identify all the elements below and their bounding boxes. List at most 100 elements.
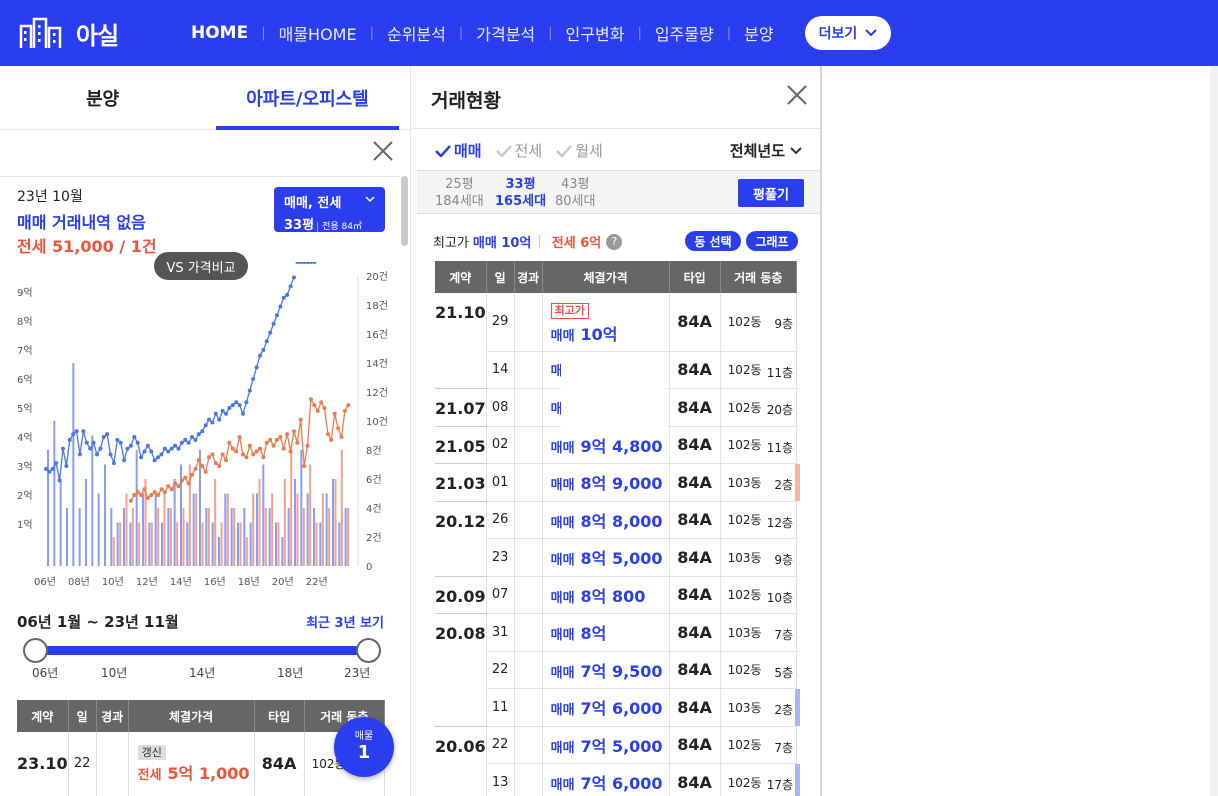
sale-price-point [196, 432, 201, 437]
scrollbar[interactable] [401, 176, 408, 246]
count-tick-label: 8건 [366, 445, 382, 457]
dong-label: 103동 [727, 475, 762, 490]
help-icon[interactable]: ? [606, 233, 623, 250]
sale-price-point [183, 437, 188, 442]
filter-monthly-rent[interactable]: 월세 [556, 140, 603, 161]
sale-price-point [44, 466, 48, 471]
expand-sizes-button[interactable]: 평풀기 [738, 179, 804, 207]
nav-supply[interactable]: 입주물량 [642, 21, 727, 45]
sale-price-point [54, 461, 59, 466]
contract-cell: 21.10 [435, 293, 487, 389]
nav-price-analysis[interactable]: 가격분석 [463, 21, 548, 45]
jeonse-volume-bar [207, 508, 210, 566]
floor-label: 10층 [766, 590, 793, 605]
jeonse-volume-bar [290, 450, 293, 566]
sale-price-point [207, 417, 212, 422]
table-row[interactable]: 22 매매 7억 9,500 84A 102동 5층 [435, 651, 798, 689]
jeonse-price-point [278, 435, 283, 439]
tab-presale[interactable]: 분양 [0, 66, 205, 129]
panel-title: 거래현황 [431, 90, 501, 112]
jeonse-price-point [193, 466, 198, 471]
table-row[interactable]: 21.05 02 매매 9억 4,800 84A 102동 11층 [435, 426, 798, 464]
sale-volume-bar [281, 537, 284, 566]
sale-price-point [217, 417, 222, 422]
sale-price-point [203, 423, 208, 428]
elapsed-cell [514, 688, 543, 727]
table-row[interactable]: 20.12 26 매매 8억 8,000 84A 102동 12층 [435, 501, 798, 577]
logo[interactable]: 아실 [18, 16, 178, 51]
nav-home[interactable]: HOME [178, 23, 261, 43]
sale-price-point [241, 411, 246, 416]
main-nav: HOME | 매물HOME | 순위분석 | 가격분석 | 인구변화 | 입주물… [178, 16, 892, 50]
size-option-selected[interactable]: 33평 165세대 [495, 176, 546, 210]
nav-listing-home[interactable]: 매물HOME [266, 21, 370, 45]
table-row[interactable]: 23.10 22 갱신 전세 5억 1,000 84A 102동 [17, 732, 386, 796]
dong-label: 103동 [727, 700, 762, 715]
close-icon[interactable] [786, 84, 808, 106]
table-row[interactable]: 20.08 31 매매 8억 84A 103동 7층 [435, 613, 798, 727]
sale-volume-bar [161, 522, 163, 566]
size-option[interactable]: 25평 184세대 [435, 176, 484, 210]
jeonse-price-point [162, 490, 167, 495]
table-row[interactable]: 11 매매 7억 6,000 84A 103동 2층 [435, 688, 800, 727]
size-label: 43평 [560, 177, 590, 192]
recent-3y-link[interactable]: 최근 3년 보기 [306, 612, 384, 631]
deal-price: 8억 5,000 [580, 549, 663, 569]
table-row[interactable]: 20.06 22 매매 7억 5,000 84A 102동 7층 [435, 726, 798, 796]
range-slider-start-handle[interactable] [23, 638, 48, 663]
filter-jeonse[interactable]: 전세 [495, 140, 542, 161]
sale-volume-bar [205, 508, 208, 566]
unit-count: 165세대 [495, 194, 547, 209]
type-cell: 84A [669, 538, 721, 577]
sale-price-point [152, 458, 157, 463]
nav-population[interactable]: 인구변화 [553, 21, 638, 45]
listing-float-button[interactable]: 매물 1 [334, 717, 394, 777]
price-cell: 최고가 매매 10억 [542, 293, 670, 352]
jeonse-price-point [257, 446, 262, 451]
dong-cell: 103동 2층 [720, 688, 800, 727]
nav-presale[interactable]: 분양 [731, 21, 786, 45]
sale-volume-bar [300, 450, 303, 566]
count-tick-label: 2건 [366, 532, 382, 544]
table-row[interactable]: 23 매매 8억 5,000 84A 103동 9층 [435, 538, 798, 577]
floor-label: 20층 [766, 403, 793, 417]
sale-price-point [118, 440, 123, 445]
sale-price-point [298, 262, 303, 264]
col-header: 일 [486, 261, 515, 293]
tab-apartment-officetel[interactable]: 아파트/오피스텔 [205, 66, 410, 130]
jeonse-price-point [346, 403, 351, 408]
jeonse-price-point [213, 461, 218, 466]
map-area[interactable] [822, 66, 1218, 796]
range-slider-track[interactable] [36, 646, 368, 655]
type-selector[interactable]: 매매, 전세 33평 전용 84㎡ [274, 187, 385, 233]
deal-price: 8억 [580, 624, 607, 644]
table-row[interactable]: 20.09 07 매매 8억 800 84A 102동 10층 [435, 576, 798, 614]
filter-sale[interactable]: 매매 [435, 140, 482, 161]
size-option[interactable]: 43평 80세대 [555, 176, 595, 210]
table-row[interactable]: 13 매매 7억 6,000 84A 102동 17층 [435, 763, 800, 796]
y-tick-label: 8억 [17, 316, 33, 328]
range-slider-end-handle[interactable] [356, 638, 381, 663]
jeonse-volume-bar [112, 537, 115, 566]
more-button[interactable]: 더보기 [804, 16, 892, 50]
graph-button[interactable]: 그래프 [746, 231, 798, 251]
floor-label: 11층 [766, 440, 793, 455]
sale-price-point [94, 452, 99, 457]
price-cell: 갱신 전세 5억 1,000 [128, 732, 255, 796]
elapsed-cell [514, 651, 543, 689]
jeonse-volume-bar [252, 493, 255, 566]
jeonse-price-point [241, 452, 246, 457]
nav-ranking[interactable]: 순위분석 [374, 21, 459, 45]
table-row[interactable]: 21.03 01 매매 8억 9,000 84A 103동 2층 [435, 463, 800, 502]
count-tick-label: 12건 [366, 387, 388, 399]
close-icon[interactable] [372, 140, 394, 162]
year-select[interactable]: 전체년도 [730, 140, 802, 161]
dong-label: 102동 [727, 513, 762, 528]
day-cell: 26 [486, 501, 515, 539]
elapsed-cell [514, 426, 543, 464]
y-tick-label: 4억 [17, 432, 33, 444]
dong-select-button[interactable]: 동 선택 [685, 231, 741, 251]
count-tick-label: 6건 [366, 474, 382, 486]
table-row[interactable]: 21.10 29 최고가 매매 10억 84A 102동 9층 [435, 293, 798, 389]
sale-price-point [169, 446, 174, 451]
